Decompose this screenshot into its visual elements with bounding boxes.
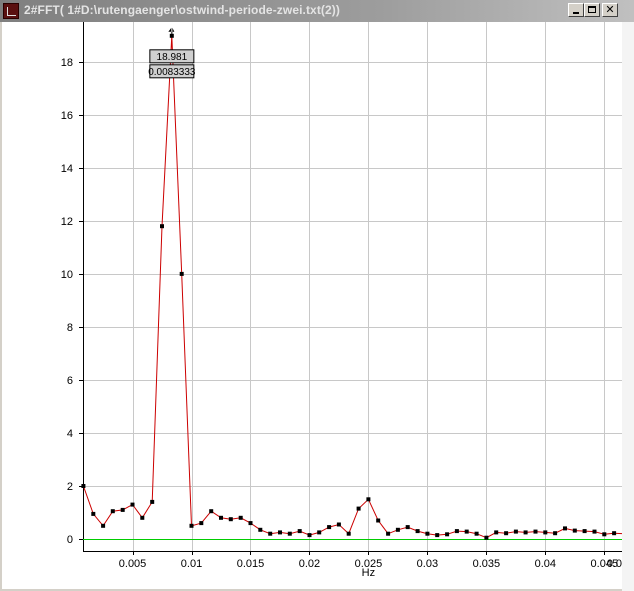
data-point xyxy=(592,529,597,534)
data-point xyxy=(572,528,577,533)
close-icon: ✕ xyxy=(605,3,615,16)
data-point xyxy=(376,518,381,523)
data-point xyxy=(395,527,400,532)
data-point xyxy=(513,529,518,534)
spectrum-points xyxy=(81,33,617,540)
close-button[interactable]: ✕ xyxy=(602,3,618,17)
data-point xyxy=(297,529,302,534)
data-point xyxy=(612,531,617,536)
data-point xyxy=(327,525,332,530)
data-point xyxy=(563,526,567,531)
data-point xyxy=(160,224,164,229)
peak-value-label: 18.981 xyxy=(157,52,188,63)
y-tick-label: 0 xyxy=(67,534,73,546)
data-point xyxy=(278,530,282,535)
grid-lines xyxy=(83,22,622,551)
y-tick-label: 18 xyxy=(61,57,73,69)
data-point xyxy=(209,509,214,514)
data-point xyxy=(415,529,420,534)
title-bar[interactable]: 2#FFT( 1#D:\rutengaenger\ostwind-periode… xyxy=(0,0,634,22)
data-point xyxy=(287,531,292,536)
y-tick-label: 16 xyxy=(61,110,73,122)
data-point xyxy=(199,521,204,526)
data-point xyxy=(120,507,125,512)
data-point xyxy=(228,517,233,522)
data-point xyxy=(219,515,223,520)
data-point xyxy=(454,529,459,534)
data-point xyxy=(238,515,243,520)
axes xyxy=(79,22,622,555)
data-point xyxy=(130,502,135,507)
x-tick-label: 0.04 xyxy=(535,558,556,570)
maximize-button[interactable] xyxy=(584,3,600,17)
data-point xyxy=(110,509,115,514)
data-point xyxy=(445,532,450,537)
data-point xyxy=(484,535,489,540)
minimize-button[interactable] xyxy=(568,3,584,17)
data-point xyxy=(474,531,479,536)
data-point xyxy=(523,530,528,535)
data-point xyxy=(248,521,253,526)
data-point xyxy=(464,529,469,534)
x-tick-label: 0.03 xyxy=(417,558,438,570)
y-tick-label: 14 xyxy=(61,163,73,175)
data-point xyxy=(366,497,371,502)
data-point xyxy=(140,515,145,520)
data-point xyxy=(543,530,548,535)
data-point xyxy=(189,523,194,528)
data-point xyxy=(179,271,184,276)
spectrum-line xyxy=(82,35,622,539)
y-tick-label: 4 xyxy=(67,428,73,440)
data-point xyxy=(268,531,273,536)
data-point xyxy=(346,531,351,536)
window-edge xyxy=(622,22,634,591)
fft-app-icon[interactable] xyxy=(3,3,19,19)
spectrum-series xyxy=(82,35,622,539)
data-point xyxy=(317,530,322,535)
x-tick-label: 0.005 xyxy=(119,558,147,570)
data-point xyxy=(307,533,312,538)
y-tick-label: 2 xyxy=(67,481,73,493)
y-tick-label: 6 xyxy=(67,375,73,387)
data-point xyxy=(405,525,410,530)
y-tick-label: 8 xyxy=(67,322,73,334)
x-tick-label: 0.0 xyxy=(607,558,622,570)
maximize-icon xyxy=(588,6,596,13)
x-tick-label: 0.02 xyxy=(299,558,320,570)
x-tick-label: 0.01 xyxy=(181,558,202,570)
window-title: 2#FFT( 1#D:\rutengaenger\ostwind-periode… xyxy=(24,3,340,17)
data-point xyxy=(435,533,440,538)
data-point xyxy=(150,499,155,504)
data-point xyxy=(386,531,391,536)
data-point xyxy=(602,532,607,537)
plot-area[interactable]: 0 2 4 6 8 10 12 14 16 18 0.005 0.01 0.015 0.02 0.025 0… xyxy=(2,22,622,589)
x-axis-label: Hz xyxy=(362,567,375,579)
data-point xyxy=(336,522,341,527)
peak-frequency-label: 0.0083333 xyxy=(148,67,196,78)
data-point xyxy=(553,531,558,536)
data-point xyxy=(356,506,361,511)
data-point xyxy=(91,511,96,516)
peak-arrow-icon xyxy=(168,27,175,35)
data-point xyxy=(582,529,587,534)
y-tick-label: 12 xyxy=(61,216,73,228)
data-point xyxy=(533,529,538,534)
data-point xyxy=(494,530,499,535)
data-point xyxy=(258,527,263,532)
minimize-icon xyxy=(573,12,579,14)
data-point xyxy=(504,531,509,536)
data-point xyxy=(425,531,430,536)
x-tick-label: 0.035 xyxy=(473,558,501,570)
fft-window: 2#FFT( 1#D:\rutengaenger\ostwind-periode… xyxy=(0,0,634,591)
y-tick-labels: 0 2 4 6 8 10 12 14 16 18 xyxy=(61,57,73,546)
y-tick-label: 10 xyxy=(61,269,73,281)
fft-chart[interactable]: 024681012141618 0.005 0.01 0.015 0.02 0.025 0… xyxy=(2,22,622,589)
data-point xyxy=(81,484,86,488)
x-tick-label: 0.015 xyxy=(237,558,265,570)
data-point xyxy=(101,523,106,528)
